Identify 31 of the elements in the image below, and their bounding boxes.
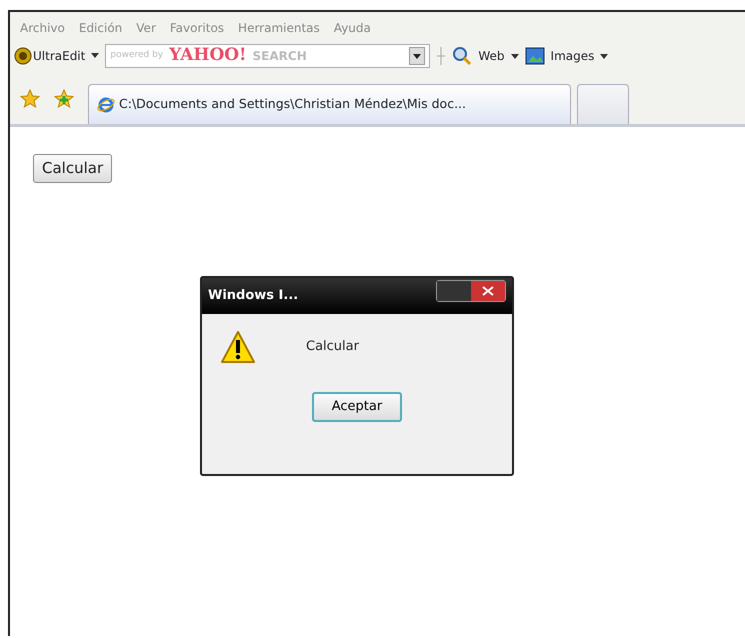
ultraedit-icon[interactable] — [14, 47, 32, 65]
images-button[interactable]: Images — [550, 47, 594, 65]
star-icon[interactable] — [20, 88, 40, 108]
calcular-button[interactable]: Calcular — [33, 154, 112, 182]
add-favorite-icon[interactable] — [54, 88, 74, 108]
menu-item[interactable]: Ayuda — [334, 19, 371, 37]
resize-grip-icon[interactable] — [436, 47, 446, 65]
dialog-message: Calcular — [306, 338, 359, 356]
search-icon[interactable] — [452, 46, 472, 66]
close-button[interactable] — [436, 280, 506, 302]
warning-icon — [220, 330, 256, 364]
menu-item[interactable]: Favoritos — [170, 19, 224, 37]
ultraedit-button[interactable]: UltraEdit — [33, 47, 86, 65]
browser-tab[interactable]: C:\Documents and Settings\Christian Méndez\Mis doc... — [88, 84, 571, 124]
menu-item[interactable]: Ver — [136, 19, 156, 37]
caret-icon[interactable] — [413, 54, 422, 58]
search-field[interactable]: powered by YAHOO! SEARCH — [105, 44, 430, 68]
ok-button[interactable]: Aceptar — [312, 392, 402, 422]
powered-by-label: powered by — [110, 49, 164, 62]
web-button[interactable]: Web — [478, 47, 505, 65]
search-brand-logo: YAHOO! — [169, 44, 247, 68]
caret-icon[interactable] — [510, 54, 519, 58]
browser-logo-icon — [97, 96, 115, 114]
menu-item[interactable]: Herramientas — [238, 19, 320, 37]
dialog-title: Windows I... — [208, 287, 298, 306]
caret-icon[interactable] — [600, 54, 608, 58]
menu-item[interactable]: Archivo — [20, 19, 65, 37]
menu-item[interactable]: Edición — [78, 19, 122, 37]
search-label: SEARCH — [252, 48, 307, 65]
close-icon[interactable] — [482, 286, 494, 296]
image-icon[interactable] — [524, 47, 545, 65]
